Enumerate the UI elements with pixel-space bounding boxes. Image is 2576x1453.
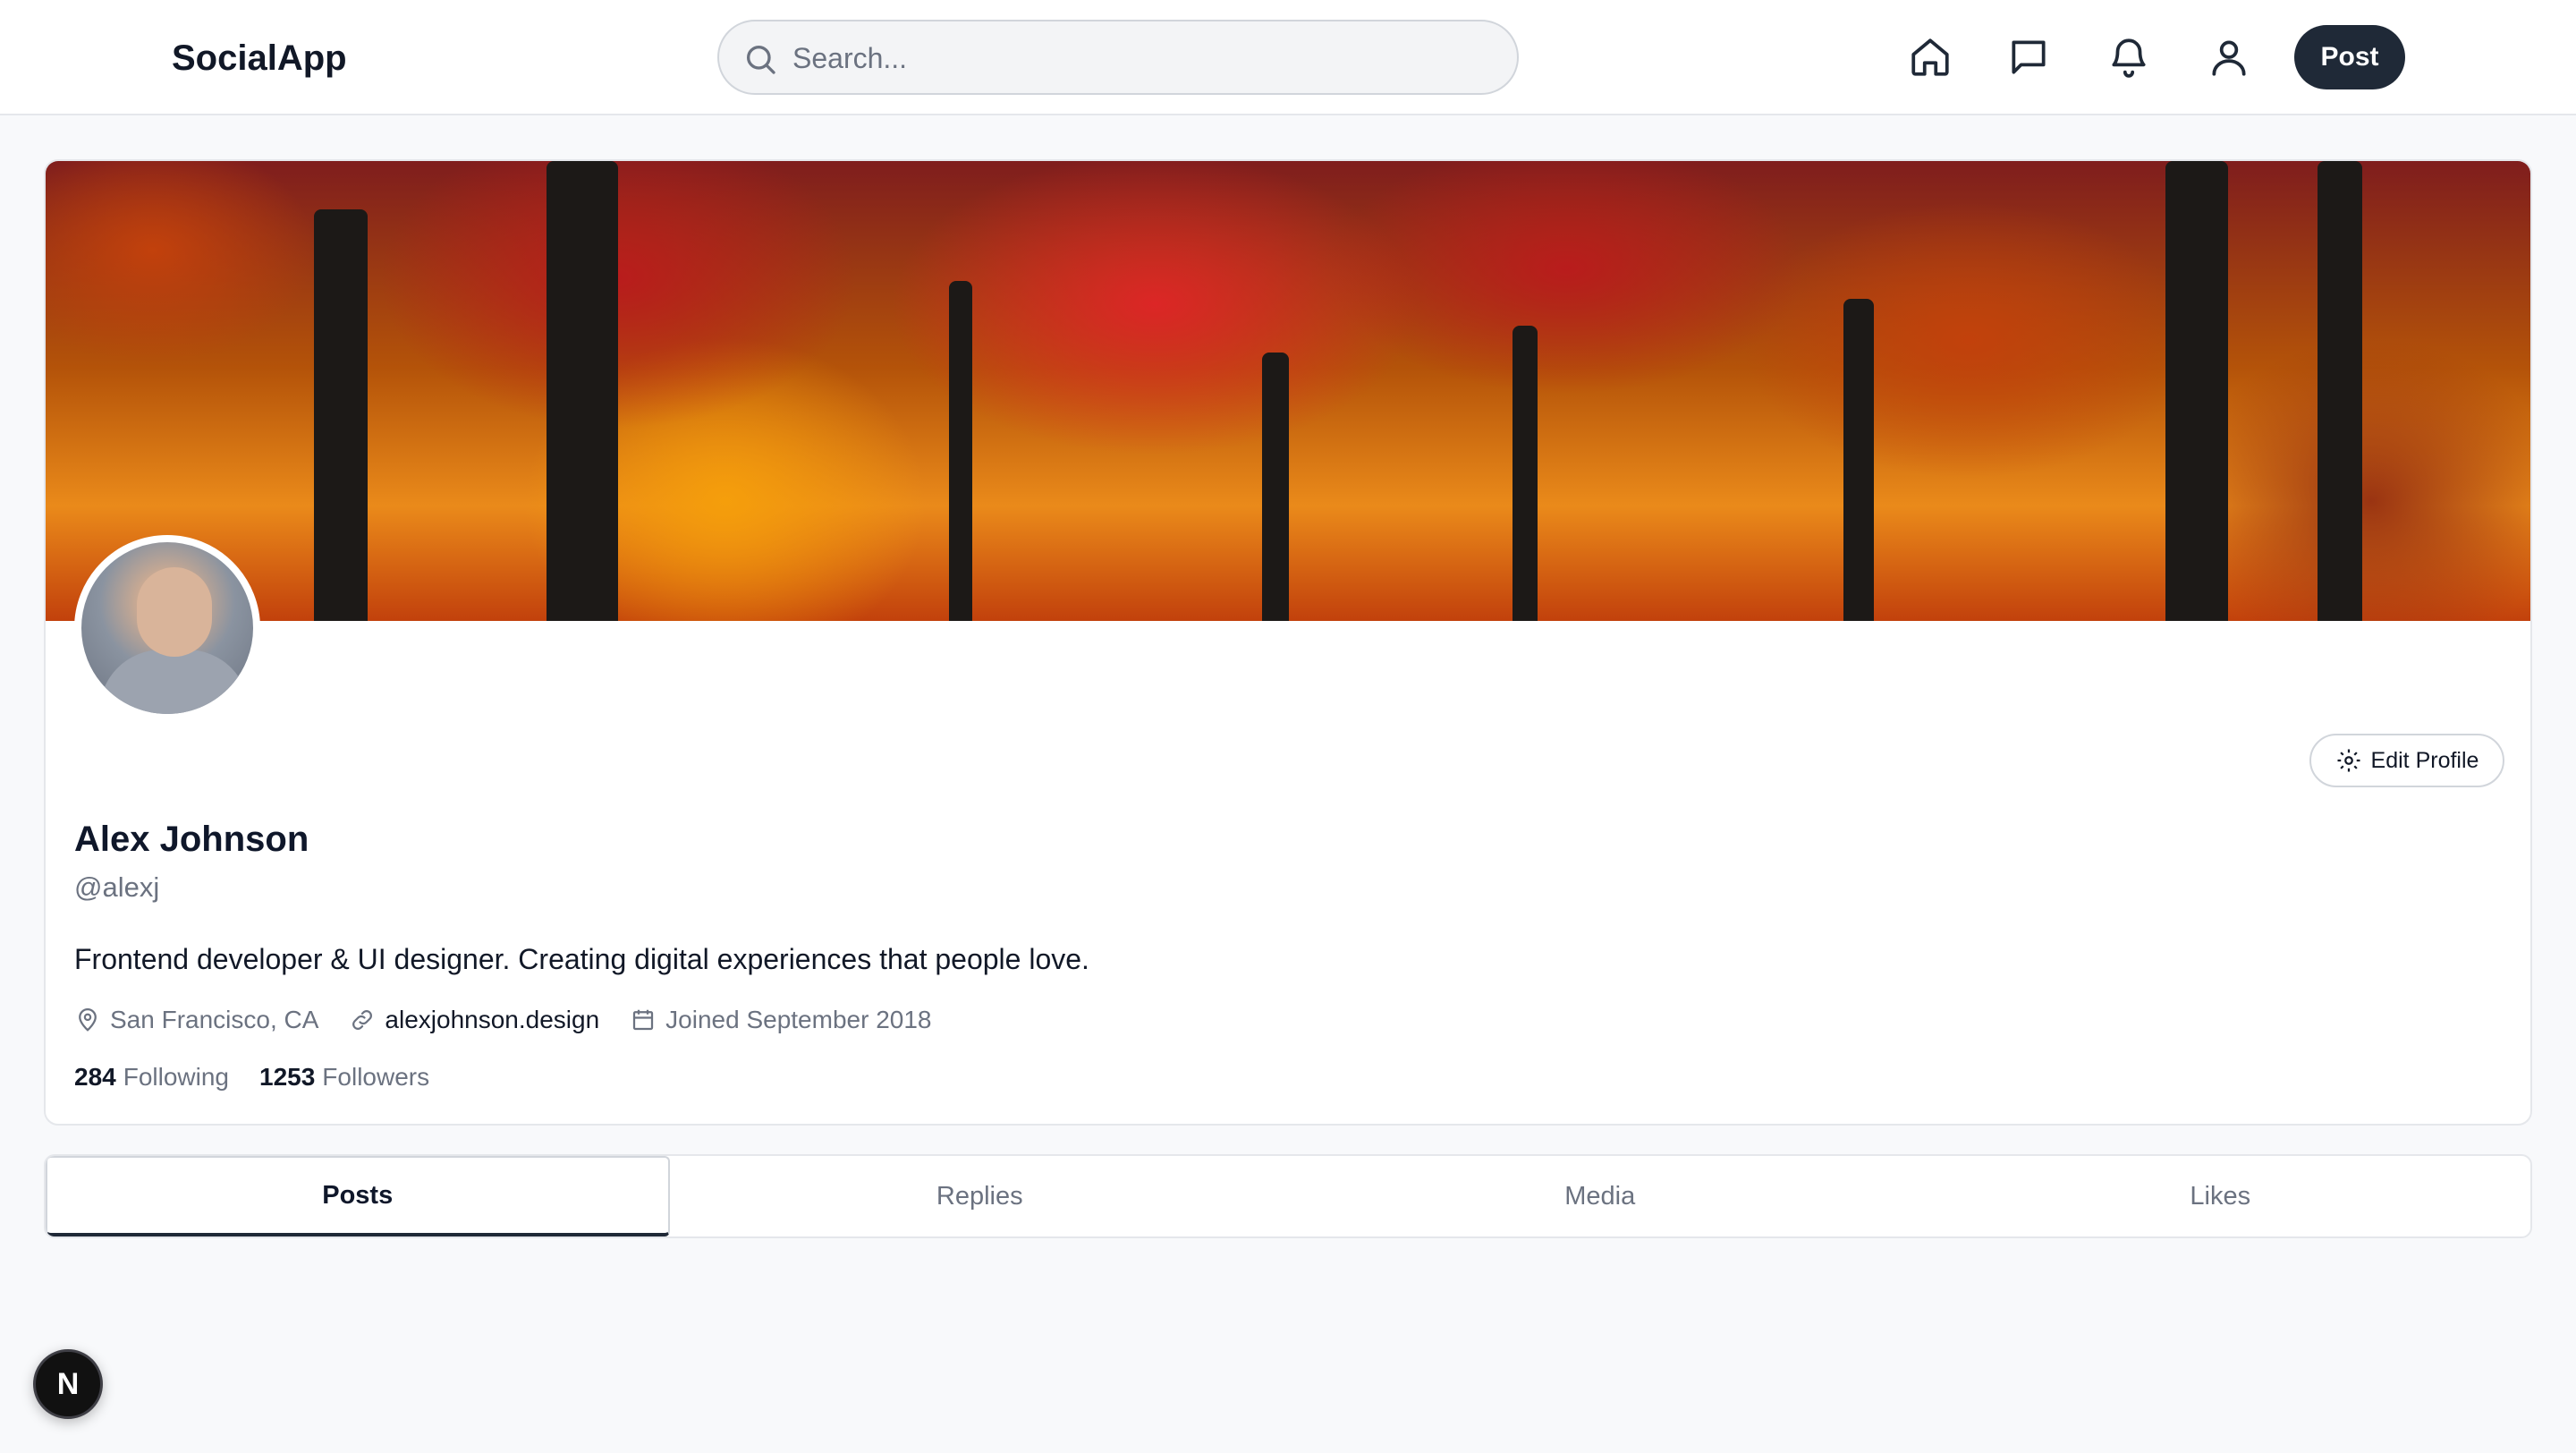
gear-icon	[2337, 749, 2360, 772]
tree-trunk	[2165, 161, 2228, 621]
messages-button[interactable]	[2002, 30, 2055, 84]
badge-letter: N	[56, 1366, 80, 1401]
tree-trunk	[1843, 299, 1874, 621]
website-link[interactable]: alexjohnson.design	[385, 1006, 599, 1034]
tree-trunk	[1262, 353, 1289, 621]
following-label: Following	[123, 1063, 229, 1091]
profile-card: Edit Profile Alex Johnson @alexj Fronten…	[44, 159, 2532, 1126]
avatar-suit	[99, 650, 250, 714]
following-stat[interactable]: 284 Following	[74, 1063, 229, 1092]
profile-button[interactable]	[2202, 30, 2256, 84]
home-icon	[1911, 38, 1949, 76]
top-bar: SocialApp Post	[0, 0, 2576, 115]
user-icon	[2212, 40, 2246, 76]
edit-profile-button[interactable]: Edit Profile	[2309, 734, 2504, 787]
following-count: 284	[74, 1063, 116, 1091]
brand-logo[interactable]: SocialApp	[172, 34, 347, 82]
profile-meta: San Francisco, CA alexjohnson.design Joi…	[74, 1002, 932, 1038]
message-icon	[2012, 40, 2046, 74]
calendar-icon	[633, 1009, 654, 1031]
website[interactable]: alexjohnson.design	[349, 1006, 599, 1034]
profile-name: Alex Johnson	[74, 820, 309, 859]
edit-profile-label: Edit Profile	[2370, 747, 2479, 773]
profile-tabs: Posts Replies Media Likes	[44, 1154, 2532, 1238]
tab-posts[interactable]: Posts	[46, 1156, 670, 1236]
joined-text: Joined September 2018	[665, 1006, 932, 1033]
tree-trunk	[547, 161, 618, 621]
post-button[interactable]: Post	[2294, 25, 2405, 89]
profile-bio: Frontend developer & UI designer. Creati…	[74, 943, 1089, 975]
search-icon	[747, 46, 775, 74]
avatar[interactable]	[74, 535, 260, 721]
home-button[interactable]	[1903, 30, 1957, 84]
tree-trunk	[1513, 326, 1538, 621]
bell-icon	[2112, 38, 2146, 78]
link-icon	[352, 1010, 373, 1030]
cover-photo	[46, 161, 2530, 621]
tree-trunk	[314, 209, 368, 621]
tab-replies[interactable]: Replies	[670, 1156, 1291, 1236]
tab-likes[interactable]: Likes	[1911, 1156, 2531, 1236]
followers-count: 1253	[259, 1063, 316, 1091]
followers-stat[interactable]: 1253 Followers	[259, 1063, 429, 1092]
tab-media[interactable]: Media	[1290, 1156, 1911, 1236]
join-date: Joined September 2018	[630, 1006, 932, 1034]
profile-stats: 284 Following 1253 Followers	[74, 1059, 429, 1095]
profile-handle: @alexj	[74, 871, 160, 903]
tree-trunk	[949, 281, 972, 621]
location: San Francisco, CA	[74, 1006, 318, 1034]
search-input[interactable]	[792, 32, 1490, 84]
tree-trunk	[2318, 161, 2362, 621]
map-pin-icon	[79, 1008, 97, 1032]
notifications-button[interactable]	[2102, 30, 2156, 84]
location-text: San Francisco, CA	[110, 1006, 319, 1033]
search-bar[interactable]	[717, 20, 1519, 95]
followers-label: Followers	[322, 1063, 430, 1091]
dev-tools-badge[interactable]: N	[33, 1349, 103, 1419]
avatar-head	[137, 567, 212, 657]
